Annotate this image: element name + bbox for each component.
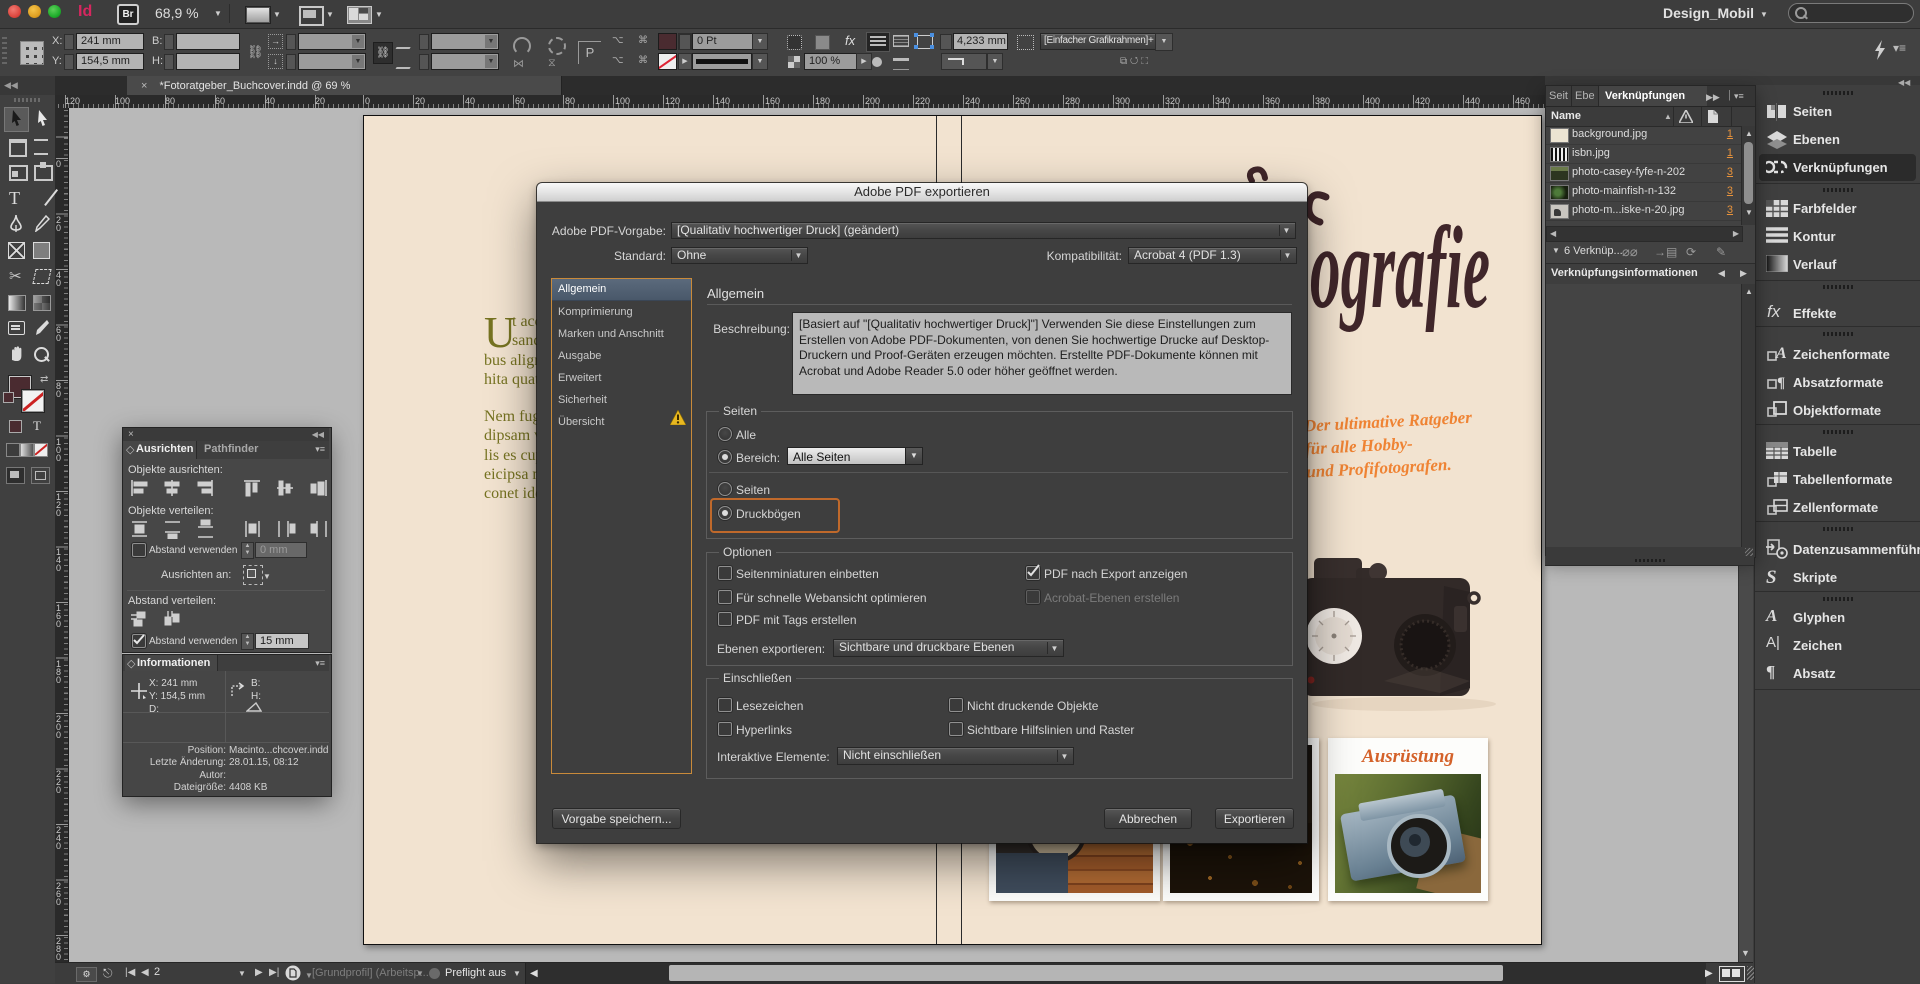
svg-text:¶: ¶ (1777, 375, 1785, 390)
svg-text:A: A (1775, 345, 1787, 362)
svg-text:ografie: ografie (1310, 202, 1490, 333)
